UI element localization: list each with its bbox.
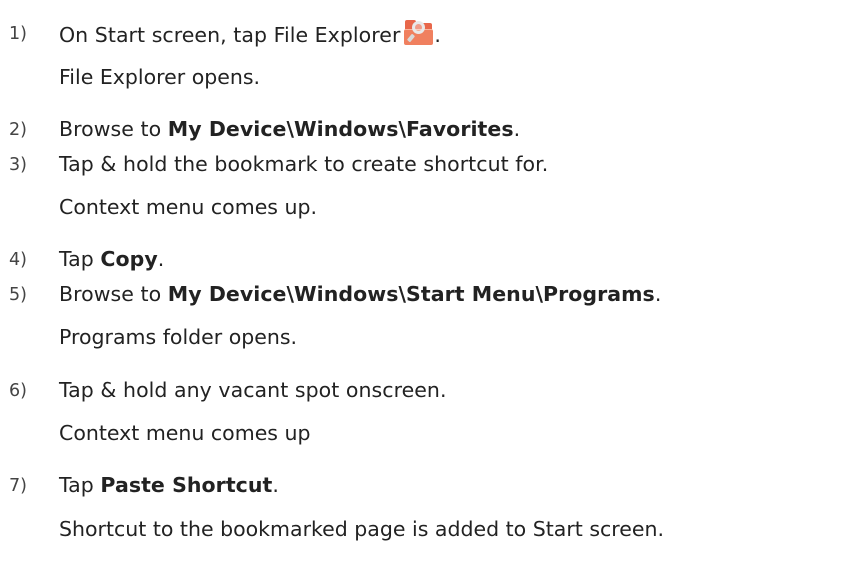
step-text-after: . xyxy=(272,473,279,497)
path-text: My Device\Windows\Start Menu\Programs xyxy=(167,282,655,306)
step-text-after: . xyxy=(654,282,662,306)
step-number: 5) xyxy=(9,285,28,305)
command-text: Copy xyxy=(100,247,158,271)
step-text: Tap & hold the bookmark to create shortc… xyxy=(59,152,549,176)
step-number: 2) xyxy=(9,120,28,140)
step-number: 6) xyxy=(9,381,28,401)
step-text: Browse to My Device\Windows\Start Menu\P… xyxy=(59,280,661,308)
step-3-result: Context menu comes up. xyxy=(59,195,318,219)
path-text: My Device\Windows\Favorites xyxy=(167,117,514,141)
step-text-before: Browse to xyxy=(59,117,168,141)
file-explorer-icon xyxy=(404,19,434,45)
step-text: On Start screen, tap File Explorer. xyxy=(59,19,441,49)
step-text-before: Browse to xyxy=(59,282,168,306)
step-1-result: File Explorer opens. xyxy=(59,65,261,89)
step-text-after: . xyxy=(157,247,165,271)
step-5-result: Programs folder opens. xyxy=(59,325,298,349)
step-text-after: . xyxy=(434,23,441,47)
step-number: 4) xyxy=(9,250,28,270)
step-text-before: Tap xyxy=(59,247,101,271)
step-6-result: Context menu comes up xyxy=(59,421,311,445)
step-text-before: On Start screen, tap File Explorer xyxy=(59,23,401,47)
step-text-before: Tap xyxy=(59,473,101,497)
step-7-result: Shortcut to the bookmarked page is added… xyxy=(59,517,664,541)
step-number: 1) xyxy=(9,24,28,44)
instruction-document: 1) On Start screen, tap File Explorer. F… xyxy=(0,0,863,563)
step-number: 7) xyxy=(9,476,28,496)
step-number: 3) xyxy=(9,155,28,175)
step-text: Tap Copy. xyxy=(59,245,164,273)
step-text-after: . xyxy=(513,117,521,141)
command-text: Paste Shortcut xyxy=(100,473,273,497)
step-text: Tap Paste Shortcut. xyxy=(59,471,279,499)
step-text: Tap & hold any vacant spot onscreen. xyxy=(59,378,447,402)
step-text: Browse to My Device\Windows\Favorites. xyxy=(59,115,520,143)
